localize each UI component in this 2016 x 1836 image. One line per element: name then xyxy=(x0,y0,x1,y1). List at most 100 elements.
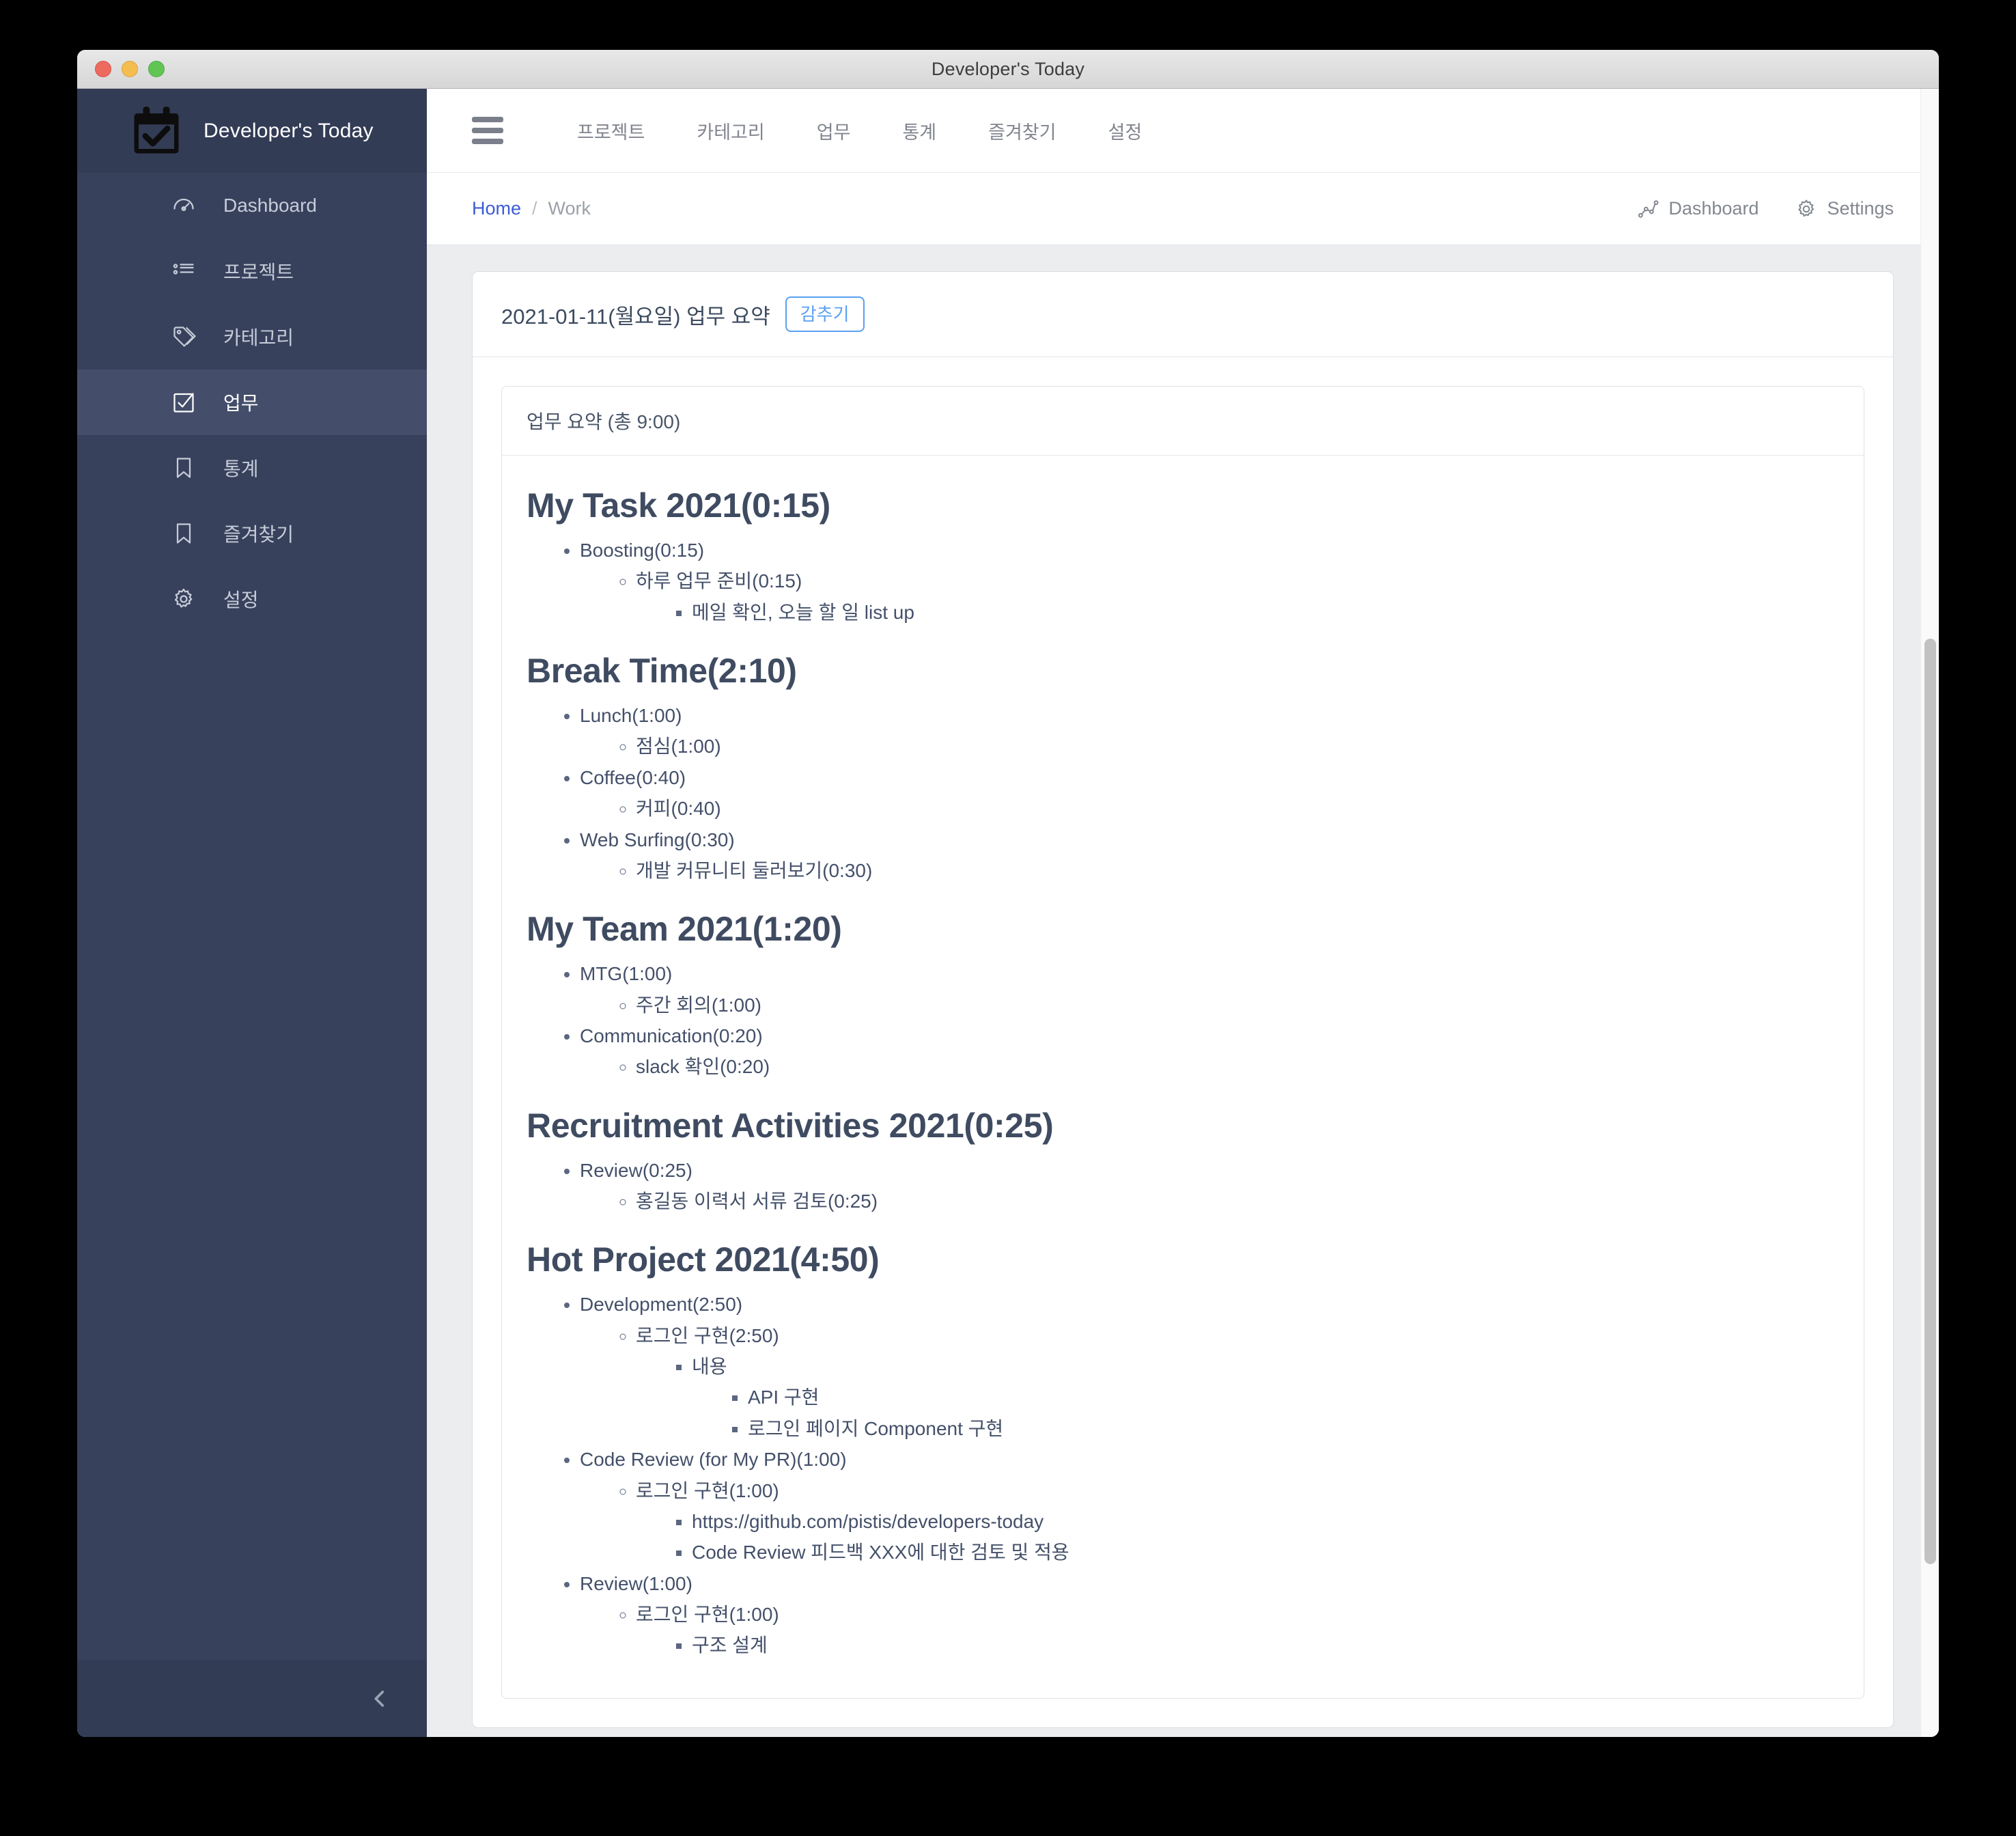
calendar-check-icon xyxy=(130,105,183,158)
task-list-item: 주간 회의(1:00) xyxy=(636,990,1839,1020)
task-list-item: 점심(1:00) xyxy=(636,731,1839,762)
sidebar-item-category[interactable]: 카테고리 xyxy=(77,304,427,370)
summary-card-header: 2021-01-11(월요일) 업무 요약 감추기 xyxy=(473,272,1893,357)
sidebar-item-label: 통계 xyxy=(223,458,259,479)
task-list-item: 구조 설계 xyxy=(692,1630,1839,1660)
task-list-level-1: Boosting(0:15) 하루 업무 준비(0:15) 메일 확인, 오늘 할 … xyxy=(527,535,1839,628)
summary-card: 2021-01-11(월요일) 업무 요약 감추기 업무 요약 (총 9:00)… xyxy=(472,271,1894,1728)
task-list-item: MTG(1:00) 주간 회의(1:00) xyxy=(580,958,1839,1020)
check-square-icon xyxy=(171,390,196,415)
scroll-content: 2021-01-11(월요일) 업무 요약 감추기 업무 요약 (총 9:00)… xyxy=(427,245,1939,1737)
task-item-label: Communication(0:20) xyxy=(580,1025,763,1046)
sidebar-item-dashboard[interactable]: Dashboard xyxy=(77,173,427,238)
gear-icon xyxy=(171,587,196,611)
breadcrumb-action-label: Dashboard xyxy=(1668,198,1759,219)
task-item-label: Review(0:25) xyxy=(580,1159,692,1181)
sidebar-item-projects[interactable]: 프로젝트 xyxy=(77,238,427,304)
tag-icon xyxy=(171,324,196,349)
breadcrumb-home-link[interactable]: Home xyxy=(472,198,521,219)
task-list-level-1: Lunch(1:00) 점심(1:00) Coffee(0:40) 커피(0:40) W… xyxy=(527,700,1839,886)
breadcrumb-current: Work xyxy=(548,198,591,219)
summary-card-body: 업무 요약 (총 9:00) My Task 2021(0:15) Boostin… xyxy=(473,357,1893,1727)
task-item-label: 로그인 구현(2:50) xyxy=(636,1324,779,1346)
task-list-item: 로그인 구현(2:50) 내용 API 구현로그인 페이지 Component 구현 xyxy=(636,1320,1839,1444)
task-item-label: API 구현 xyxy=(748,1387,820,1408)
window-scrollbar-thumb[interactable] xyxy=(1924,639,1936,1564)
window-body: Developer's Today Dashboard 프로젝트 카테고리 업무… xyxy=(77,89,1939,1737)
task-list-item: 하루 업무 준비(0:15) 메일 확인, 오늘 할 일 list up xyxy=(636,566,1839,628)
breadcrumb-action-dashboard[interactable]: Dashboard xyxy=(1637,198,1759,220)
gauge-icon xyxy=(171,193,196,218)
task-list-item: Boosting(0:15) 하루 업무 준비(0:15) 메일 확인, 오늘 할 … xyxy=(580,535,1839,628)
sidebar-item-label: Dashboard xyxy=(223,195,317,216)
task-group-title: Hot Project 2021(4:50) xyxy=(527,1240,880,1279)
topnav-link-statistics[interactable]: 통계 xyxy=(876,117,962,144)
maximize-window-button[interactable] xyxy=(148,61,165,77)
task-group-title: My Task 2021(0:15) xyxy=(527,486,830,525)
topnav-link-settings[interactable]: 설정 xyxy=(1082,117,1168,144)
topnav-link-favorites[interactable]: 즐겨찾기 xyxy=(962,117,1082,144)
task-list-item: Review(1:00) 로그인 구현(1:00) 구조 설계 xyxy=(580,1568,1839,1661)
task-item-label: 내용 xyxy=(692,1356,727,1378)
breadcrumb-action-label: Settings xyxy=(1827,198,1894,219)
task-list-level-2: 점심(1:00) xyxy=(580,731,1839,762)
task-item-label: 로그인 구현(1:00) xyxy=(636,1479,779,1501)
topnav-link-projects[interactable]: 프로젝트 xyxy=(551,117,671,144)
window-title: Developer's Today xyxy=(931,58,1085,79)
task-item-label: 메일 확인, 오늘 할 일 list up xyxy=(692,601,914,623)
task-list-level-2: 로그인 구현(2:50) 내용 API 구현로그인 페이지 Component 구현 xyxy=(580,1320,1839,1444)
sidebar-brand[interactable]: Developer's Today xyxy=(77,89,427,173)
breadcrumb-action-settings[interactable]: Settings xyxy=(1795,198,1894,220)
sidebar-collapse-button[interactable] xyxy=(77,1660,427,1737)
task-item-label: Boosting(0:15) xyxy=(580,540,705,561)
task-list-item: Code Review (for My PR)(1:00) 로그인 구현(1:00… xyxy=(580,1444,1839,1568)
task-list-level-2: 주간 회의(1:00) xyxy=(580,990,1839,1020)
task-list-item: Review(0:25) 홍길동 이력서 서류 검토(0:25) xyxy=(580,1155,1839,1217)
task-list-item: 홍길동 이력서 서류 검토(0:25) xyxy=(636,1186,1839,1216)
task-list-item: 개발 커뮤니티 둘러보기(0:30) xyxy=(636,855,1839,886)
bookmark-icon xyxy=(171,521,196,546)
sidebar-item-favorites[interactable]: 즐겨찾기 xyxy=(77,501,427,566)
task-list-level-1: MTG(1:00) 주간 회의(1:00) Communication(0:20) s… xyxy=(527,958,1839,1082)
topnav-link-work[interactable]: 업무 xyxy=(791,117,877,144)
close-window-button[interactable] xyxy=(95,61,111,77)
window-scrollbar[interactable] xyxy=(1920,89,1939,1737)
task-item-label: https://github.com/pistis/developers-tod… xyxy=(692,1510,1044,1532)
task-list-item: Coffee(0:40) 커피(0:40) xyxy=(580,762,1839,824)
summary-inner-title: 업무 요약 (총 9:00) xyxy=(502,387,1864,456)
task-item-label: 로그인 구현(1:00) xyxy=(636,1603,779,1625)
sidebar-item-settings[interactable]: 설정 xyxy=(77,566,427,632)
task-item-label: Development(2:50) xyxy=(580,1294,743,1316)
sidebar-item-label: 업무 xyxy=(223,393,259,414)
hamburger-icon[interactable] xyxy=(472,117,503,144)
task-item-label: 하루 업무 준비(0:15) xyxy=(636,570,802,592)
window-titlebar: Developer's Today xyxy=(77,50,1939,89)
task-list-item: 로그인 구현(1:00) https://github.com/pistis/de… xyxy=(636,1475,1839,1568)
task-list-item: 로그인 구현(1:00) 구조 설계 xyxy=(636,1599,1839,1661)
gear-icon xyxy=(1795,198,1817,220)
task-group-title: Recruitment Activities 2021(0:25) xyxy=(527,1106,1054,1145)
task-list-level-2: 로그인 구현(1:00) 구조 설계 xyxy=(580,1599,1839,1661)
task-item-label: Review(1:00) xyxy=(580,1572,692,1594)
task-list-item: Communication(0:20) slack 확인(0:20) xyxy=(580,1020,1839,1083)
task-list-item: slack 확인(0:20) xyxy=(636,1051,1839,1082)
task-list-level-2: 하루 업무 준비(0:15) 메일 확인, 오늘 할 일 list up xyxy=(580,566,1839,628)
sidebar-item-statistics[interactable]: 통계 xyxy=(77,435,427,501)
toggle-summary-button[interactable]: 감추기 xyxy=(785,296,865,332)
sidebar-item-work[interactable]: 업무 xyxy=(77,370,427,435)
sidebar-item-label: 설정 xyxy=(223,589,259,611)
task-list-level-3: https://github.com/pistis/developers-tod… xyxy=(636,1506,1839,1568)
breadcrumb-separator: / xyxy=(532,198,537,219)
task-list-item: 로그인 페이지 Component 구현 xyxy=(748,1413,1839,1444)
task-item-label: 커피(0:40) xyxy=(636,798,721,820)
task-list-level-2: 개발 커뮤니티 둘러보기(0:30) xyxy=(580,855,1839,886)
brand-name: Developer's Today xyxy=(204,119,374,142)
summary-groups-container: My Task 2021(0:15) Boosting(0:15) 하루 업무 준비… xyxy=(502,456,1864,1698)
task-item-label: MTG(1:00) xyxy=(580,963,673,985)
task-item-label: 구조 설계 xyxy=(692,1635,768,1656)
minimize-window-button[interactable] xyxy=(122,61,138,77)
task-list-level-3: 내용 API 구현로그인 페이지 Component 구현 xyxy=(636,1351,1839,1444)
topnav-link-category[interactable]: 카테고리 xyxy=(671,117,790,144)
task-list-item: Code Review 피드백 XXX에 대한 검토 및 적용 xyxy=(692,1537,1839,1568)
breadcrumb: Home / Work xyxy=(472,198,591,219)
